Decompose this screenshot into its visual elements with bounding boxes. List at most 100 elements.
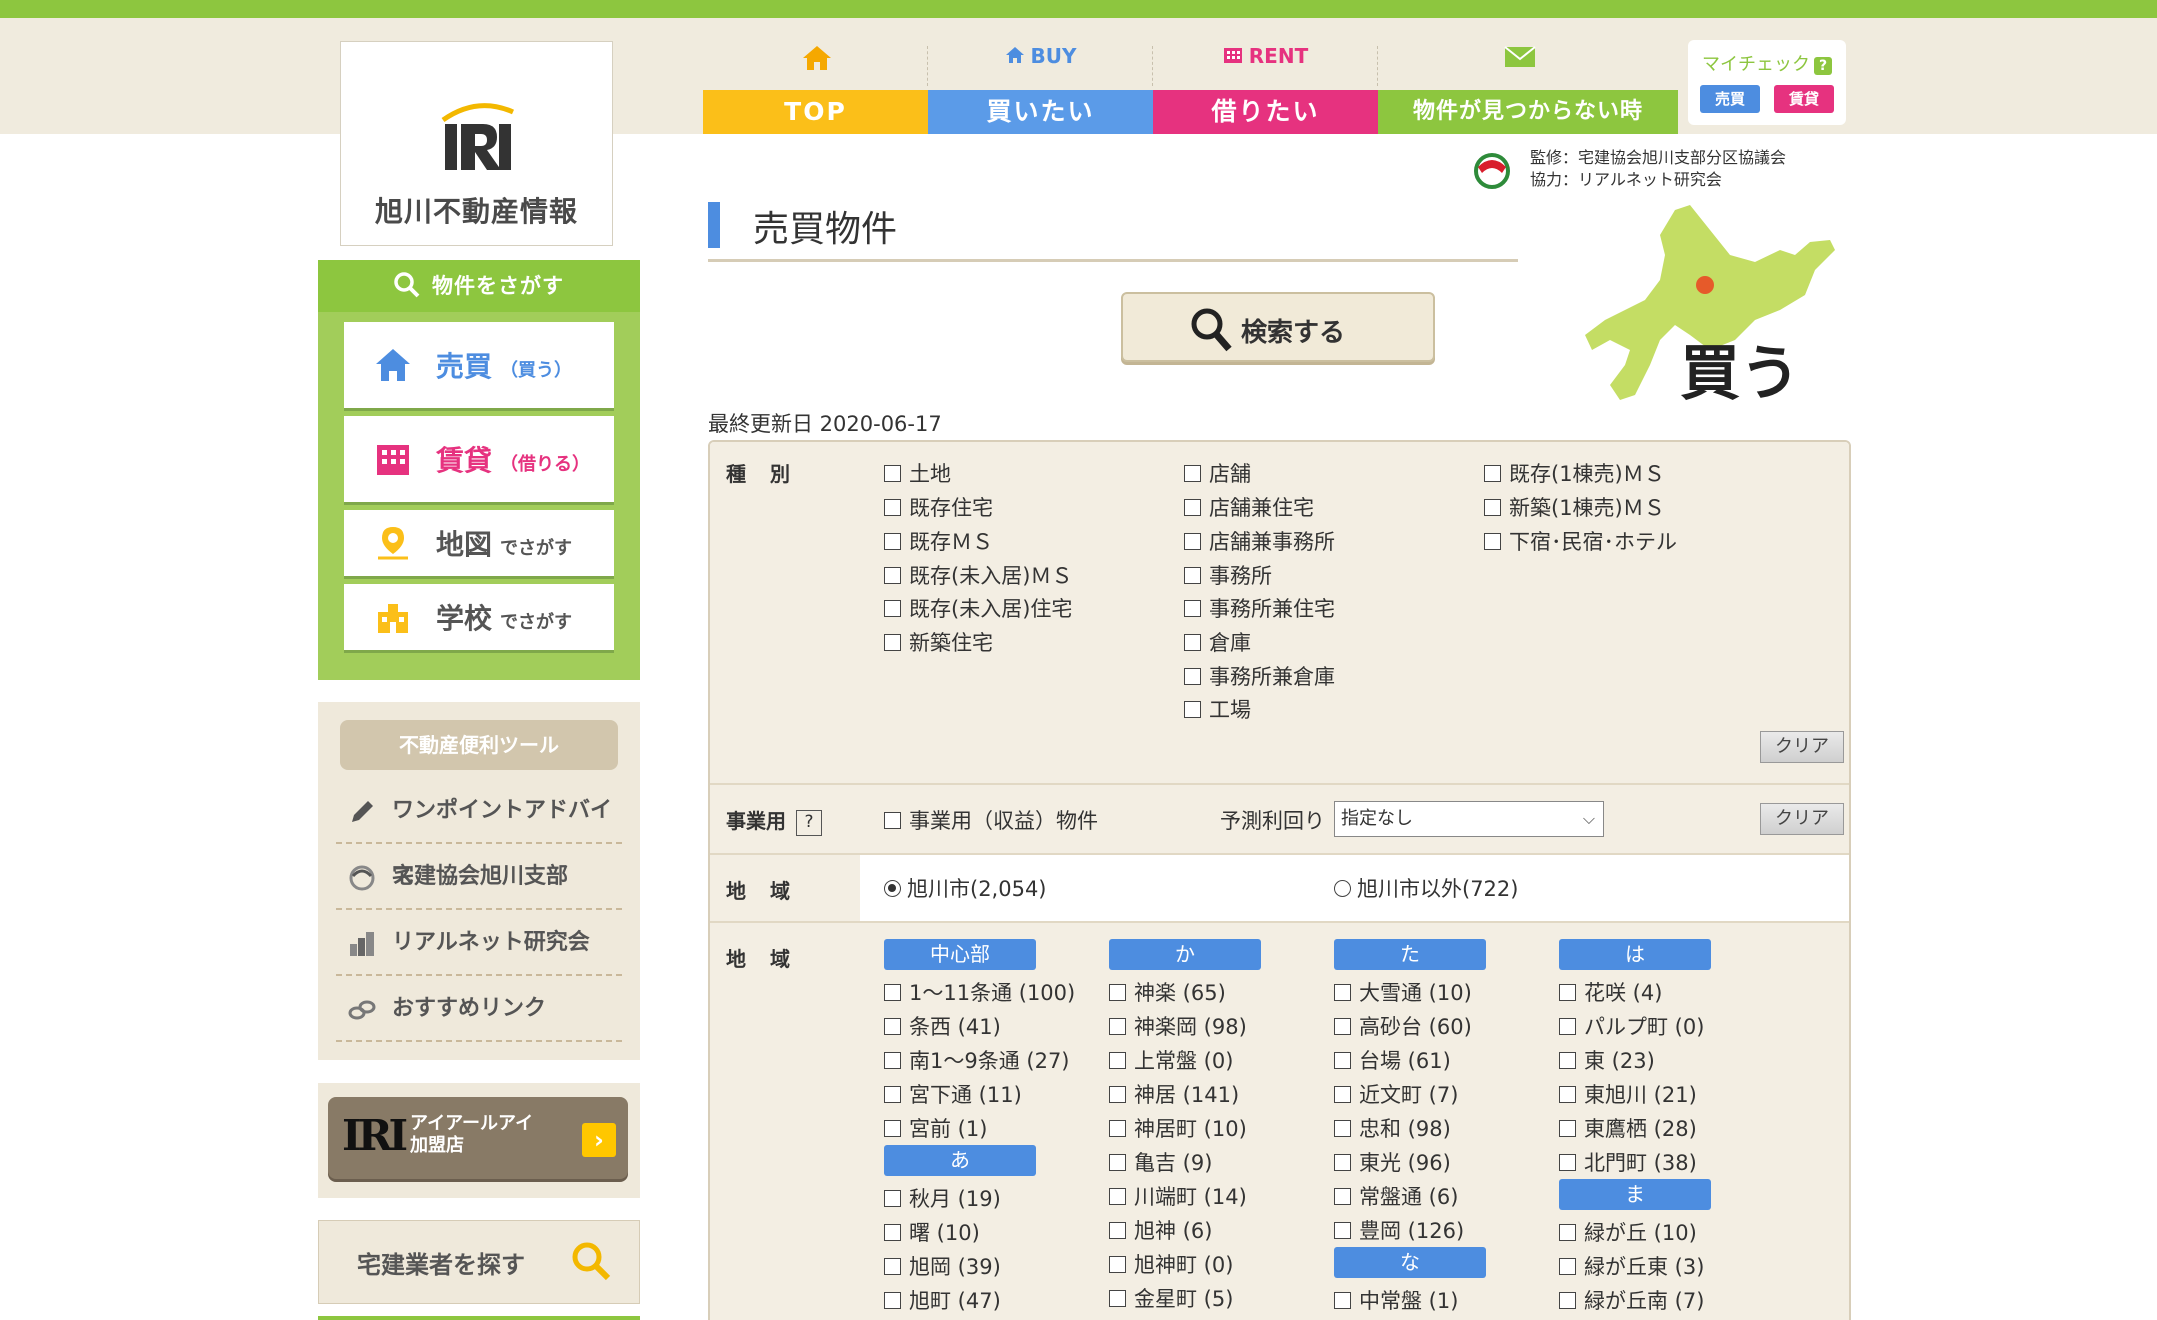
nav-not-found[interactable]: 物件が見つからない時 (1378, 30, 1678, 134)
area-group-heading[interactable]: ま (1559, 1179, 1711, 1210)
tool-link-realnet[interactable]: リアルネット研究会 (336, 910, 622, 976)
area-checkbox[interactable]: 近文町 (7) (1334, 1079, 1458, 1109)
nav-rent-en-text: RENT (1248, 44, 1309, 68)
iri-member-panel: IRI アイアールアイ 加盟店 › (318, 1083, 640, 1198)
area-checkbox[interactable]: 北門町 (38) (1559, 1147, 1697, 1177)
nav-buy-en: BUY (928, 44, 1153, 68)
area-checkbox[interactable]: 宮下通 (11) (884, 1079, 1022, 1109)
type-checkbox[interactable]: 既存ＭＳ (884, 526, 993, 556)
yield-select[interactable]: 指定なし ⌵ (1334, 801, 1604, 837)
type-checkbox[interactable]: 工場 (1184, 694, 1251, 724)
business-checkbox[interactable]: 事業用（収益）物件 (884, 805, 1098, 835)
type-checkbox[interactable]: 下宿･民宿･ホテル (1484, 526, 1677, 556)
area-checkbox[interactable]: 旭神町 (0) (1109, 1249, 1233, 1279)
area-checkbox[interactable]: 花咲 (4) (1559, 977, 1662, 1007)
type-row: 種 別 土地 既存住宅 既存ＭＳ 既存(未入居)ＭＳ 既存(未入居)住宅 新築住… (710, 442, 1849, 785)
region-radio-asahikawa[interactable]: 旭川市(2,054) (884, 873, 1047, 903)
type-checkbox[interactable]: 既存(未入居)ＭＳ (884, 560, 1072, 590)
type-clear-button[interactable]: クリア (1760, 731, 1844, 763)
type-checkbox[interactable]: 新築住宅 (884, 627, 993, 657)
area-checkbox[interactable]: 緑が丘 (10) (1559, 1217, 1697, 1247)
area-checkbox[interactable]: 東旭川 (21) (1559, 1079, 1697, 1109)
my-check-buy-button[interactable]: 売買 (1700, 85, 1760, 113)
type-checkbox[interactable]: 既存(1棟売)ＭＳ (1484, 458, 1665, 488)
area-checkbox[interactable]: 高砂台 (60) (1334, 1011, 1472, 1041)
area-checkbox[interactable]: 東 (23) (1559, 1045, 1655, 1075)
area-checkbox[interactable]: 台場 (61) (1334, 1045, 1451, 1075)
search-icon (572, 1242, 611, 1281)
type-checkbox[interactable]: 事務所兼倉庫 (1184, 661, 1335, 691)
area-checkbox[interactable]: 東鷹栖 (28) (1559, 1113, 1697, 1143)
region-options: 旭川市(2,054) 旭川市以外(722) (860, 855, 1849, 921)
type-checkbox[interactable]: 倉庫 (1184, 627, 1251, 657)
sidebar-rent-button[interactable]: 賃貸 （借りる） (344, 416, 614, 502)
help-icon[interactable]: ? (796, 810, 822, 836)
area-group-heading[interactable]: 中心部 (884, 939, 1036, 970)
area-checkbox[interactable]: 神居町 (10) (1109, 1113, 1247, 1143)
type-checkbox[interactable]: 店舗兼住宅 (1184, 492, 1314, 522)
business-options: 事業用（収益）物件 予測利回り 指定なし ⌵ クリア (860, 785, 1849, 853)
type-checkbox[interactable]: 既存(未入居)住宅 (884, 593, 1072, 623)
sidebar-map-button[interactable]: 地図 でさがす (344, 510, 614, 576)
agent-search-button[interactable]: 宅建業者を探す (318, 1220, 640, 1304)
type-checkbox[interactable]: 店舗 (1184, 458, 1251, 488)
region-label: 地 域 (726, 879, 792, 903)
area-checkbox[interactable]: 神楽 (65) (1109, 977, 1226, 1007)
link-icon (348, 1000, 376, 1020)
area-checkbox[interactable]: 1～11条通 (100) (884, 977, 1075, 1007)
area-checkbox[interactable]: 川端町 (14) (1109, 1181, 1247, 1211)
tool-link-advice[interactable]: ワンポイントアドバイス (336, 778, 622, 889)
area-checkbox[interactable]: 曙 (10) (884, 1217, 980, 1247)
area-group-heading[interactable]: は (1559, 939, 1711, 970)
area-checkbox[interactable]: 大雪通 (10) (1334, 977, 1472, 1007)
area-checkbox[interactable]: 秋月 (19) (884, 1183, 1001, 1213)
type-checkbox[interactable]: 新築(1棟売)ＭＳ (1484, 492, 1665, 522)
area-checkbox[interactable]: 旭岡 (39) (884, 1251, 1001, 1281)
help-icon[interactable]: ? (1814, 57, 1832, 75)
sidebar-buy-button[interactable]: 売買 （買う） (344, 322, 614, 408)
area-checkbox[interactable]: 条西 (41) (884, 1011, 1001, 1041)
type-checkbox[interactable]: 土地 (884, 458, 951, 488)
area-group-heading[interactable]: あ (884, 1145, 1036, 1176)
area-checkbox[interactable]: 緑が丘東 (3) (1559, 1251, 1704, 1281)
iri-member-button[interactable]: IRI アイアールアイ 加盟店 › (328, 1097, 628, 1179)
area-checkbox[interactable]: 東光 (96) (1334, 1147, 1451, 1177)
area-checkbox[interactable]: 中常盤 (1) (1334, 1285, 1458, 1315)
type-checkbox[interactable]: 事務所兼住宅 (1184, 593, 1335, 623)
area-checkbox[interactable]: 宮前 (1) (884, 1113, 987, 1143)
my-check-rent-button[interactable]: 賃貸 (1774, 85, 1834, 113)
nav-rent[interactable]: RENT 借りたい (1153, 30, 1378, 134)
tool-link-recommended[interactable]: おすすめリンク (336, 976, 622, 1042)
area-checkbox[interactable]: 旭町 (47) (884, 1285, 1001, 1315)
area-checkbox[interactable]: 亀吉 (9) (1109, 1147, 1212, 1177)
area-checkbox[interactable]: 神居 (141) (1109, 1079, 1239, 1109)
sidebar-school-button[interactable]: 学校 でさがす (344, 584, 614, 650)
nav-not-found-label: 物件が見つからない時 (1378, 90, 1678, 134)
nav-top[interactable]: TOP (703, 30, 928, 134)
type-checkbox[interactable]: 店舗兼事務所 (1184, 526, 1335, 556)
area-group-heading[interactable]: か (1109, 939, 1261, 970)
type-checkbox[interactable]: 既存住宅 (884, 492, 993, 522)
business-clear-button[interactable]: クリア (1760, 803, 1844, 835)
search-button[interactable]: 検索する (1121, 292, 1435, 362)
nav-buy[interactable]: BUY 買いたい (928, 30, 1153, 134)
area-group-heading[interactable]: な (1334, 1247, 1486, 1278)
area-checkbox[interactable]: 旭神 (6) (1109, 1215, 1212, 1245)
region-radio-other[interactable]: 旭川市以外(722) (1334, 873, 1518, 903)
area-checkbox[interactable]: 豊岡 (126) (1334, 1215, 1464, 1245)
tool-link-association[interactable]: 宅建協会旭川支部 (336, 844, 622, 910)
area-checkbox[interactable]: 金星町 (5) (1109, 1283, 1233, 1313)
area-group-heading[interactable]: た (1334, 939, 1486, 970)
area-checkbox[interactable]: 上常盤 (0) (1109, 1045, 1233, 1075)
area-checkbox[interactable]: 常盤通 (6) (1334, 1181, 1458, 1211)
site-logo[interactable]: 旭川不動産情報 (340, 41, 613, 246)
area-checkbox[interactable]: 忠和 (98) (1334, 1113, 1451, 1143)
area-checkbox[interactable]: パルプ町 (0) (1559, 1011, 1704, 1041)
business-label-cell: 事業用? (710, 785, 860, 853)
supervision-note: 監修：宅建協会旭川支部分区協議会 協力：リアルネット研究会 (1474, 147, 1786, 191)
business-label: 事業用? (726, 805, 822, 836)
type-checkbox[interactable]: 事務所 (1184, 560, 1272, 590)
area-checkbox[interactable]: 緑が丘南 (7) (1559, 1285, 1704, 1315)
area-checkbox[interactable]: 神楽岡 (98) (1109, 1011, 1247, 1041)
area-checkbox[interactable]: 南1～9条通 (27) (884, 1045, 1070, 1075)
